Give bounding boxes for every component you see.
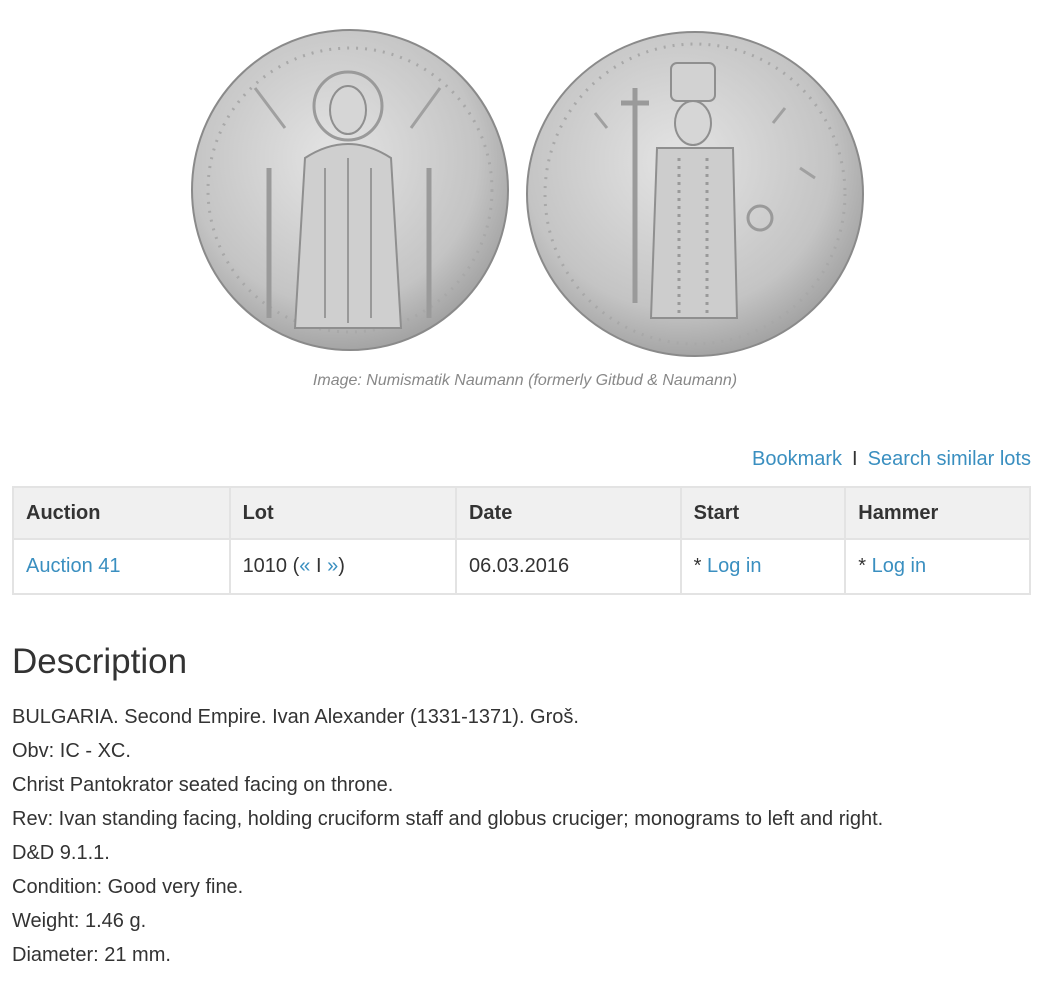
lot-table: Auction Lot Date Start Hammer Auction 41… bbox=[12, 486, 1031, 595]
description-line: Christ Pantokrator seated facing on thro… bbox=[12, 774, 394, 796]
table-row: Auction 41 1010 (« I ») 06.03.2016 * Log… bbox=[12, 538, 1031, 595]
description-line: Weight: 1.46 g. bbox=[12, 910, 147, 932]
column-header-lot: Lot bbox=[228, 486, 457, 540]
coin-image bbox=[191, 29, 864, 357]
lot-number: 1010 bbox=[242, 555, 288, 577]
date-cell: 06.03.2016 bbox=[454, 538, 682, 595]
description-line: Rev: Ivan standing facing, holding cruci… bbox=[12, 808, 884, 830]
coin-obverse bbox=[191, 29, 509, 351]
lot-actions: Bookmark I Search similar lots bbox=[752, 448, 1031, 471]
lot-nav-separator: I bbox=[315, 555, 322, 577]
description-line: D&D 9.1.1. bbox=[12, 842, 110, 864]
next-lot-link[interactable]: » bbox=[327, 555, 338, 577]
lot-page: Image: Numismatik Naumann (formerly Gitb… bbox=[0, 0, 1050, 994]
lot-close-paren: ) bbox=[338, 555, 345, 577]
coin-reverse bbox=[526, 31, 864, 357]
start-cell: * Log in bbox=[679, 538, 847, 595]
hammer-login-link[interactable]: Log in bbox=[872, 555, 927, 577]
start-login-link[interactable]: Log in bbox=[707, 555, 762, 577]
search-similar-lots-link[interactable]: Search similar lots bbox=[868, 448, 1031, 470]
description-line: BULGARIA. Second Empire. Ivan Alexander … bbox=[12, 706, 579, 728]
lot-cell: 1010 (« I ») bbox=[228, 538, 457, 595]
image-caption: Image: Numismatik Naumann (formerly Gitb… bbox=[312, 372, 738, 389]
auction-cell: Auction 41 bbox=[12, 538, 231, 595]
column-header-auction: Auction bbox=[12, 486, 231, 540]
description-text: BULGARIA. Second Empire. Ivan Alexander … bbox=[12, 701, 883, 973]
description-heading: Description bbox=[12, 642, 188, 681]
description-line: Diameter: 21 mm. bbox=[12, 944, 171, 966]
hammer-cell: * Log in bbox=[844, 538, 1031, 595]
auction-link[interactable]: Auction 41 bbox=[26, 555, 121, 577]
description-line: Obv: IC - XC. bbox=[12, 740, 131, 762]
description-line: Condition: Good very fine. bbox=[12, 876, 244, 898]
actions-separator: I bbox=[852, 448, 858, 470]
hammer-prefix: * bbox=[858, 555, 872, 577]
column-header-start: Start bbox=[679, 486, 847, 540]
previous-lot-link[interactable]: « bbox=[299, 555, 310, 577]
column-header-date: Date bbox=[454, 486, 682, 540]
column-header-hammer: Hammer bbox=[844, 486, 1031, 540]
table-header-row: Auction Lot Date Start Hammer bbox=[12, 486, 1031, 540]
bookmark-link[interactable]: Bookmark bbox=[752, 448, 842, 470]
start-prefix: * bbox=[693, 555, 707, 577]
